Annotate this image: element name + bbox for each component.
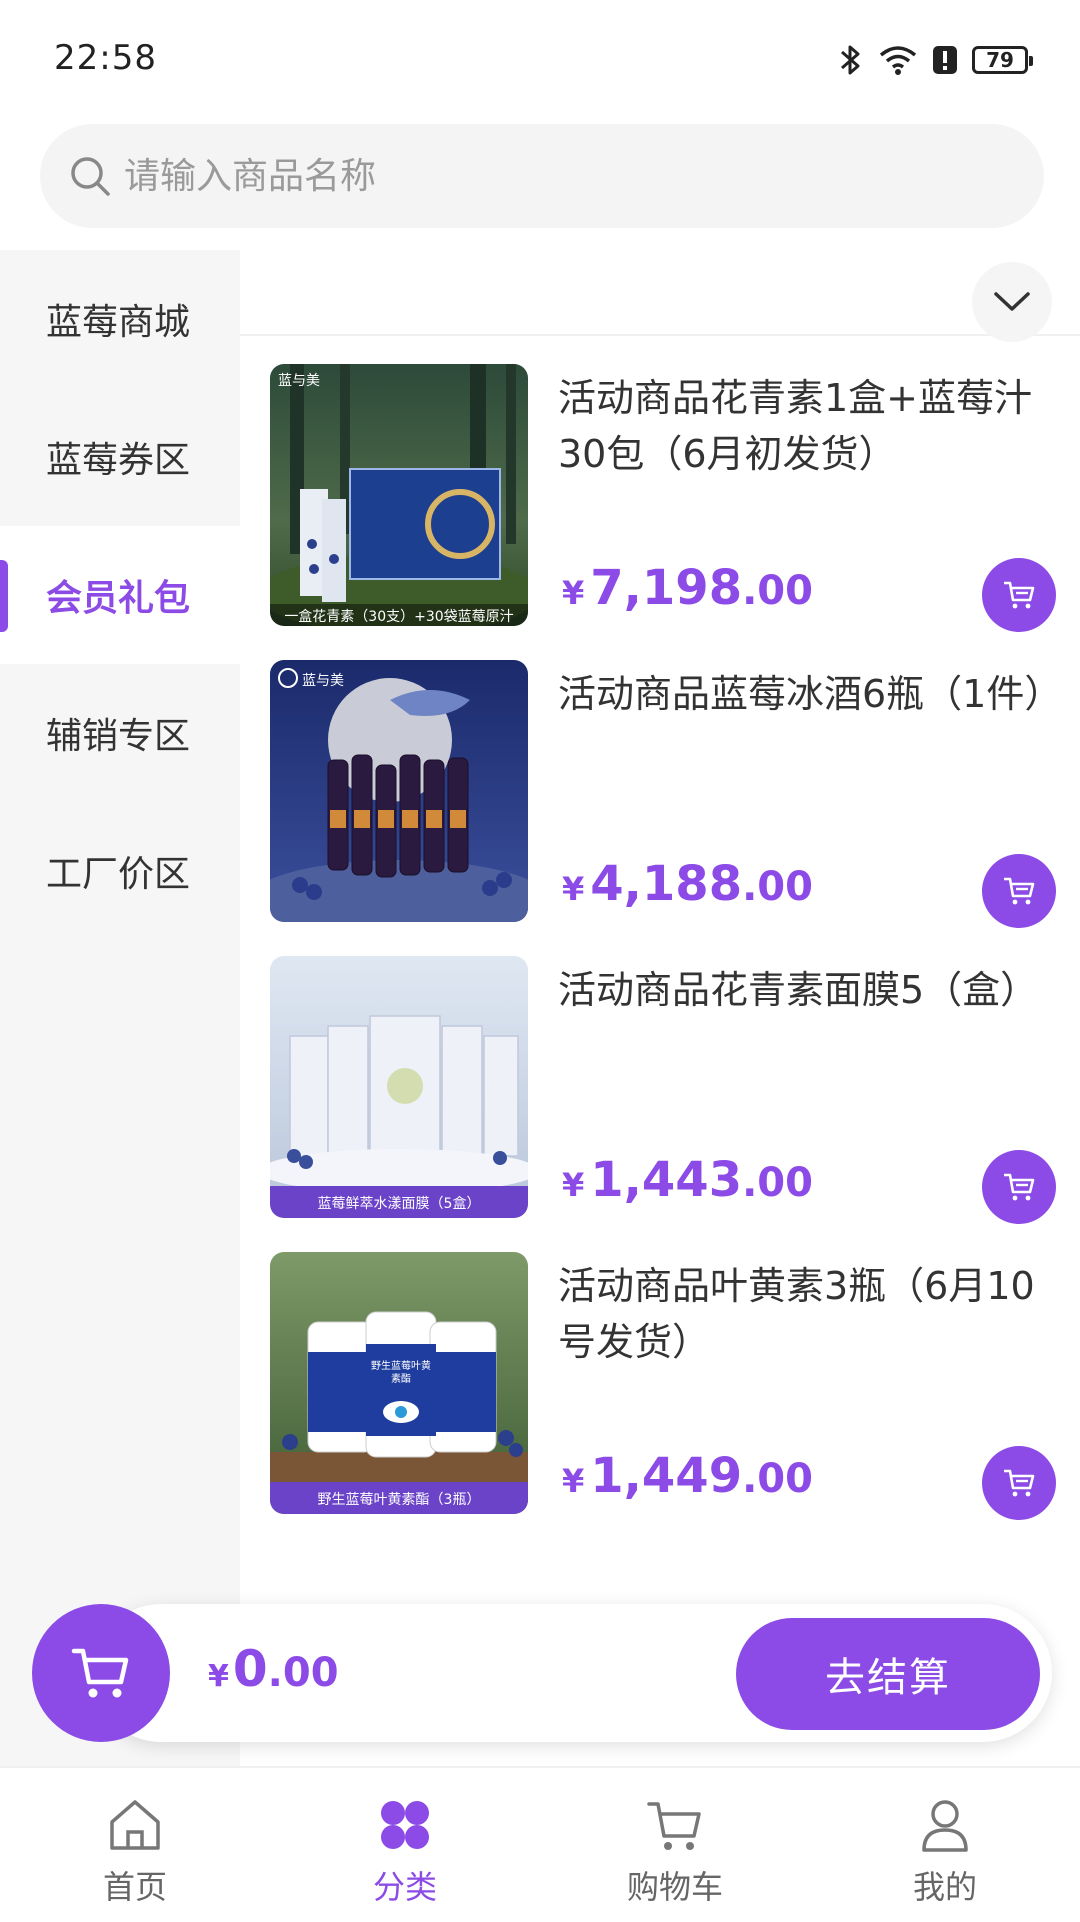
sidebar-item-blueberry-mall[interactable]: 蓝莓商城	[0, 250, 240, 388]
add-to-cart-button[interactable]	[982, 854, 1056, 928]
product-price: ¥4,188.00	[562, 856, 813, 912]
status-icons: 79	[838, 40, 1033, 80]
price-integer: 4,188	[590, 856, 743, 912]
product-price: ¥1,443.00	[562, 1152, 813, 1208]
checkout-button[interactable]: 去结算	[736, 1618, 1040, 1730]
product-item[interactable]: 蓝与美 活动商品蓝莓冰酒6瓶（1件） ¥4,188.00	[240, 660, 1080, 930]
sidebar-item-member-package[interactable]: 会员礼包	[0, 526, 240, 664]
sidebar-item-label: 工厂价区	[46, 854, 191, 895]
price-integer: 7,198	[590, 560, 743, 616]
add-cart-icon	[1004, 877, 1035, 905]
price-integer: 1,443	[590, 1152, 743, 1208]
status-time: 22:58	[54, 38, 157, 78]
product-title[interactable]: 活动商品花青素面膜5（盒）	[558, 962, 1058, 1018]
tab-label: 分类	[372, 1868, 437, 1906]
user-icon	[922, 1800, 968, 1852]
tab-cart[interactable]: 购物车	[540, 1768, 810, 1922]
sidebar-item-label: 蓝莓券区	[46, 440, 191, 481]
add-cart-icon	[1004, 1173, 1035, 1201]
product-image[interactable]: 蓝与美 一盒花青素（30支）+30袋蓝莓原汁	[270, 364, 528, 626]
tab-profile[interactable]: 我的	[810, 1768, 1080, 1922]
sidebar-item-coupon-zone[interactable]: 蓝莓券区	[0, 388, 240, 526]
add-cart-icon	[1004, 1469, 1035, 1497]
product-image[interactable]: 野生蓝莓叶黄素酯 野生蓝莓叶黄素酯（3瓶）	[270, 1252, 528, 1514]
product-title[interactable]: 活动商品叶黄素3瓶（6月10号发货）	[558, 1258, 1058, 1370]
sidebar-item-label: 蓝莓商城	[46, 302, 191, 343]
tab-home[interactable]: 首页	[0, 1768, 270, 1922]
product-image-caption: 一盒花青素（30支）+30袋蓝莓原汁	[284, 609, 514, 625]
product-price: ¥1,449.00	[562, 1448, 813, 1504]
category-sidebar: 蓝莓商城 蓝莓券区 会员礼包 辅销专区 工厂价区	[0, 250, 240, 1766]
price-integer: 1,449	[590, 1448, 743, 1504]
cart-summary-bar: ¥0.00 去结算	[32, 1604, 1052, 1742]
price-currency: ¥	[562, 870, 585, 908]
content-header	[240, 250, 1080, 342]
tab-label: 我的	[912, 1868, 977, 1906]
home-icon	[110, 1800, 160, 1850]
tab-label: 首页	[102, 1868, 167, 1906]
price-currency: ¥	[562, 1462, 585, 1500]
add-to-cart-button[interactable]	[982, 1150, 1056, 1224]
cart-total-integer: 0	[232, 1640, 268, 1698]
product-image-label: 野生蓝莓叶黄素酯	[371, 1361, 431, 1385]
add-to-cart-button[interactable]	[982, 1446, 1056, 1520]
product-item[interactable]: 蓝与美 一盒花青素（30支）+30袋蓝莓原汁 活动商品花青素1盒+蓝莓汁30包（…	[240, 364, 1080, 634]
chevron-down-icon	[994, 292, 1030, 311]
product-image-brand: 蓝与美	[278, 373, 320, 389]
cart-button[interactable]	[32, 1604, 170, 1742]
battery-indicator: 79	[972, 46, 1033, 74]
price-currency: ¥	[562, 1166, 585, 1204]
product-price: ¥7,198.00	[562, 560, 813, 616]
search-input[interactable]	[124, 146, 1004, 206]
alert-icon	[933, 46, 957, 74]
product-image-caption: 蓝莓鲜萃水漾面膜（5盒）	[317, 1196, 481, 1212]
price-decimal: .00	[742, 1160, 813, 1206]
bluetooth-icon	[841, 45, 860, 75]
add-cart-icon	[1004, 581, 1035, 609]
cart-total-currency: ¥	[208, 1659, 229, 1694]
tab-category[interactable]: 分类	[270, 1768, 540, 1922]
wifi-icon	[879, 46, 917, 75]
expand-categories-button[interactable]	[972, 262, 1052, 342]
tab-label: 购物车	[626, 1868, 723, 1906]
price-decimal: .00	[742, 568, 813, 614]
product-image[interactable]: 蓝与美	[270, 660, 528, 922]
product-image-caption: 野生蓝莓叶黄素酯（3瓶）	[317, 1492, 481, 1508]
product-image[interactable]: 蓝莓鲜萃水漾面膜（5盒）	[270, 956, 528, 1218]
category-icon	[381, 1801, 429, 1849]
product-title[interactable]: 活动商品花青素1盒+蓝莓汁30包（6月初发货）	[558, 370, 1058, 482]
product-item[interactable]: 蓝莓鲜萃水漾面膜（5盒） 活动商品花青素面膜5（盒） ¥1,443.00	[240, 956, 1080, 1226]
sidebar-item-label: 辅销专区	[46, 716, 191, 757]
product-item[interactable]: 野生蓝莓叶黄素酯 野生蓝莓叶黄素酯（3瓶） 活动商品叶黄素3瓶（6月10号发货）…	[240, 1252, 1080, 1522]
status-bar: 22:58 79	[0, 0, 1080, 110]
price-decimal: .00	[742, 864, 813, 910]
search-bar[interactable]	[40, 124, 1044, 228]
price-decimal: .00	[742, 1456, 813, 1502]
cart-total-decimal: .00	[267, 1650, 339, 1696]
sidebar-item-factory-price[interactable]: 工厂价区	[0, 802, 240, 940]
cart-icon	[647, 1802, 701, 1850]
bottom-tab-bar: 首页 分类 购物车 我的	[0, 1766, 1080, 1922]
cart-icon	[71, 1648, 129, 1698]
cart-total: ¥0.00	[208, 1640, 339, 1698]
product-title[interactable]: 活动商品蓝莓冰酒6瓶（1件）	[558, 666, 1062, 722]
sidebar-item-sales-support[interactable]: 辅销专区	[0, 664, 240, 802]
search-icon	[71, 157, 110, 196]
product-image-brand: 蓝与美	[302, 673, 344, 689]
add-to-cart-button[interactable]	[982, 558, 1056, 632]
price-currency: ¥	[562, 574, 585, 612]
sidebar-item-label: 会员礼包	[46, 578, 191, 619]
